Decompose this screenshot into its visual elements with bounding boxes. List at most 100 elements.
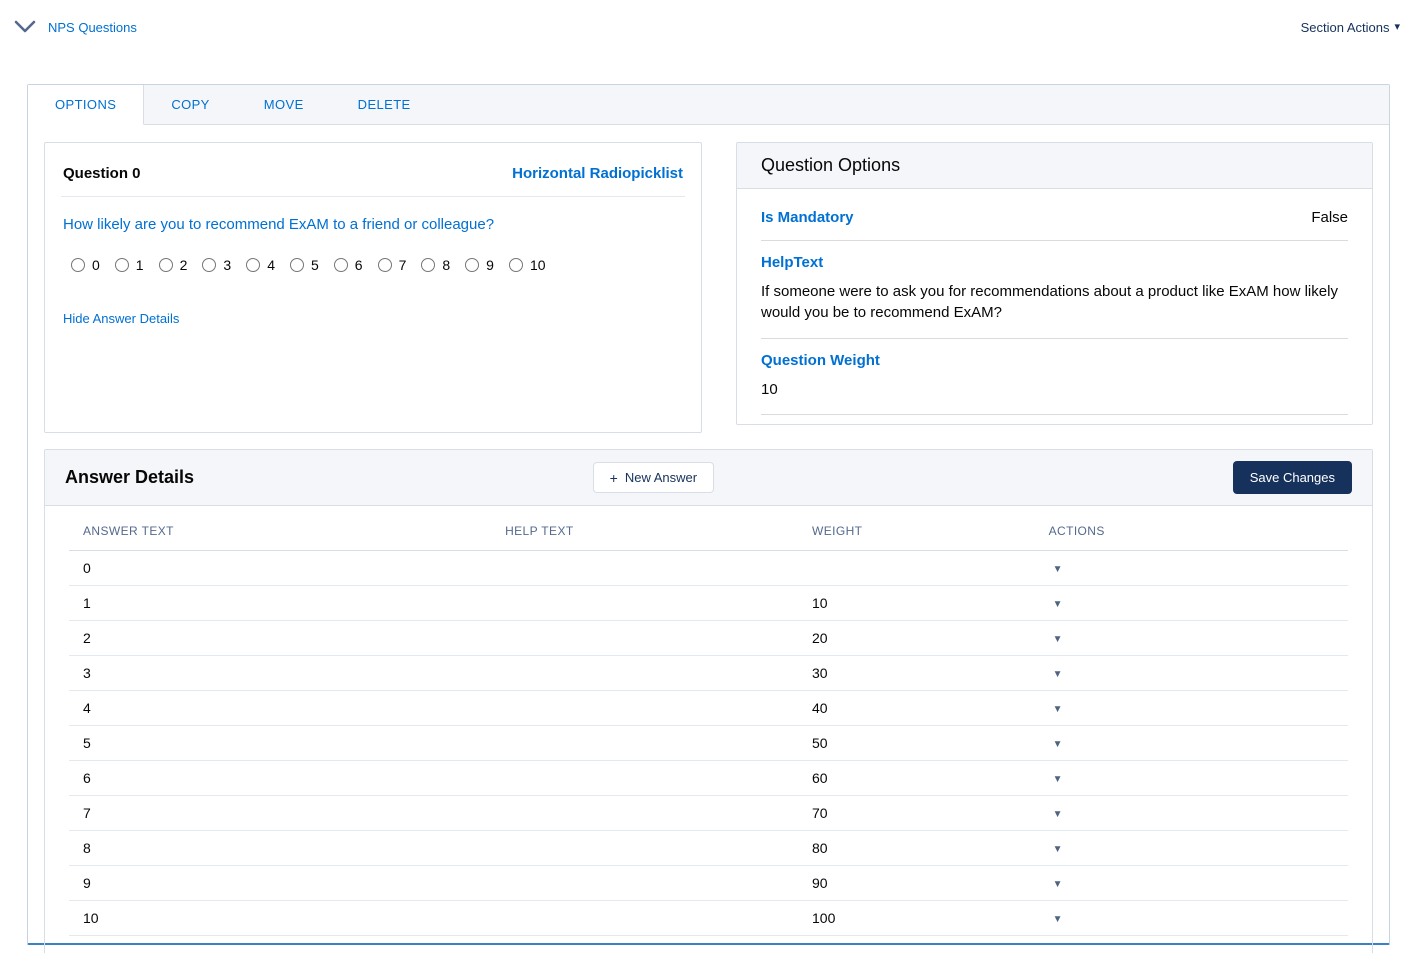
radio-label: 8 bbox=[442, 257, 451, 273]
radio-input[interactable] bbox=[333, 258, 348, 272]
help-text-cell bbox=[491, 620, 799, 656]
answer-text-cell: 9 bbox=[69, 865, 492, 901]
weight-cell: 30 bbox=[798, 655, 1035, 691]
question-weight-label: Question Weight bbox=[761, 351, 880, 369]
nps-radio-option[interactable]: 4 bbox=[246, 257, 275, 273]
answer-details-table: ANSWER TEXT HELP TEXT WEIGHT ACTIONS 0 ▼… bbox=[69, 512, 1348, 936]
helptext-value: If someone were to ask you for recommend… bbox=[761, 283, 1338, 322]
nps-radio-option[interactable]: 3 bbox=[202, 257, 231, 273]
row-actions-dropdown-icon[interactable]: ▼ bbox=[1049, 842, 1067, 857]
table-row: 0 ▼ bbox=[69, 550, 1348, 586]
answer-text-cell: 2 bbox=[69, 620, 492, 656]
radio-input[interactable] bbox=[421, 258, 436, 272]
actions-cell: ▼ bbox=[1034, 830, 1348, 866]
weight-cell: 70 bbox=[798, 795, 1035, 831]
nps-radio-option[interactable]: 9 bbox=[465, 257, 494, 273]
table-row: 9 90 ▼ bbox=[69, 865, 1348, 901]
is-mandatory-field: Is Mandatory False bbox=[761, 209, 1348, 241]
weight-cell: 100 bbox=[798, 900, 1035, 936]
radio-input[interactable] bbox=[71, 258, 85, 272]
answer-text-cell: 8 bbox=[69, 830, 492, 866]
answer-details-header: Answer Details + New Answer Save Changes bbox=[45, 450, 1372, 506]
row-actions-dropdown-icon[interactable]: ▼ bbox=[1049, 877, 1067, 892]
answer-text-cell: 1 bbox=[69, 585, 492, 621]
radio-input[interactable] bbox=[202, 258, 217, 272]
help-text-cell bbox=[491, 760, 799, 796]
radio-label: 7 bbox=[398, 257, 407, 273]
row-actions-dropdown-icon[interactable]: ▼ bbox=[1049, 632, 1067, 647]
table-row: 4 40 ▼ bbox=[69, 690, 1348, 726]
question-title: Question 0 bbox=[63, 165, 141, 182]
radio-input[interactable] bbox=[289, 258, 304, 272]
plus-icon: + bbox=[609, 469, 618, 486]
question-weight-value: 10 bbox=[761, 380, 778, 398]
actions-cell: ▼ bbox=[1034, 620, 1348, 656]
row-actions-dropdown-icon[interactable]: ▼ bbox=[1049, 737, 1067, 752]
question-options-body: Is Mandatory False HelpText If someone w… bbox=[737, 189, 1372, 415]
nps-radio-option[interactable]: 8 bbox=[421, 257, 450, 273]
actions-cell: ▼ bbox=[1034, 865, 1348, 901]
actions-cell: ▼ bbox=[1034, 690, 1348, 726]
radio-input[interactable] bbox=[465, 258, 480, 272]
question-text: How likely are you to recommend ExAM to … bbox=[63, 216, 495, 233]
radio-input[interactable] bbox=[508, 258, 523, 272]
top-bar: NPS Questions Section Actions ▾ bbox=[14, 12, 1400, 42]
row-actions-dropdown-icon[interactable]: ▼ bbox=[1049, 807, 1067, 822]
radio-label: 9 bbox=[486, 257, 494, 273]
nps-radio-option[interactable]: 1 bbox=[114, 257, 144, 273]
section-actions-label: Section Actions bbox=[1300, 19, 1390, 35]
tab-copy[interactable]: COPY bbox=[144, 85, 236, 124]
help-text-cell bbox=[491, 725, 799, 761]
table-row: 1 10 ▼ bbox=[69, 585, 1348, 621]
radio-label: 5 bbox=[310, 257, 319, 273]
question-weight-field: Question Weight 10 bbox=[761, 352, 1348, 415]
help-text-cell bbox=[491, 585, 799, 621]
radio-input[interactable] bbox=[158, 258, 173, 272]
help-text-cell bbox=[491, 690, 799, 726]
radio-label: 10 bbox=[529, 257, 546, 273]
weight-cell bbox=[798, 550, 1035, 586]
nps-radio-option[interactable]: 0 bbox=[71, 257, 100, 273]
section-actions-menu[interactable]: Section Actions ▾ bbox=[1301, 20, 1400, 35]
row-actions-dropdown-icon[interactable]: ▼ bbox=[1049, 702, 1067, 717]
column-help-text: HELP TEXT bbox=[491, 512, 799, 551]
tab-delete[interactable]: DELETE bbox=[331, 85, 438, 124]
answer-text-cell: 10 bbox=[69, 900, 492, 936]
radio-label: 2 bbox=[179, 257, 188, 273]
tab-options[interactable]: OPTIONS bbox=[28, 85, 145, 125]
row-actions-dropdown-icon[interactable]: ▼ bbox=[1049, 772, 1067, 787]
row-actions-dropdown-icon[interactable]: ▼ bbox=[1049, 597, 1067, 612]
section-title-link[interactable]: NPS Questions bbox=[48, 20, 137, 35]
row-actions-dropdown-icon[interactable]: ▼ bbox=[1049, 912, 1067, 927]
answer-text-cell: 4 bbox=[69, 690, 492, 726]
answer-text-cell: 7 bbox=[69, 795, 492, 831]
chevron-down-icon[interactable] bbox=[14, 20, 36, 34]
answer-text-cell: 6 bbox=[69, 760, 492, 796]
nps-radio-option[interactable]: 10 bbox=[508, 257, 546, 273]
radio-label: 3 bbox=[223, 257, 232, 273]
tab-move[interactable]: MOVE bbox=[237, 85, 331, 124]
table-header-row: ANSWER TEXT HELP TEXT WEIGHT ACTIONS bbox=[69, 512, 1348, 551]
upper-cards-row: Question 0 Horizontal Radiopicklist How … bbox=[28, 125, 1389, 449]
radio-input[interactable] bbox=[114, 258, 129, 272]
row-actions-dropdown-icon[interactable]: ▼ bbox=[1049, 562, 1067, 577]
nps-radio-option[interactable]: 5 bbox=[289, 257, 319, 273]
help-text-cell bbox=[491, 830, 799, 866]
new-answer-label: New Answer bbox=[624, 470, 698, 485]
save-changes-button[interactable]: Save Changes bbox=[1232, 461, 1352, 494]
weight-cell: 50 bbox=[798, 725, 1035, 761]
radio-input[interactable] bbox=[377, 258, 392, 272]
new-answer-button[interactable]: + New Answer bbox=[592, 462, 715, 493]
table-row: 10 100 ▼ bbox=[69, 900, 1348, 936]
nps-radio-option[interactable]: 7 bbox=[377, 257, 407, 273]
weight-cell: 60 bbox=[798, 760, 1035, 796]
help-text-cell bbox=[491, 795, 799, 831]
table-row: 6 60 ▼ bbox=[69, 760, 1348, 796]
weight-cell: 40 bbox=[798, 690, 1035, 726]
radio-label: 1 bbox=[135, 257, 144, 273]
nps-radio-option[interactable]: 2 bbox=[158, 257, 188, 273]
hide-answer-details-link[interactable]: Hide Answer Details bbox=[63, 311, 179, 326]
radio-input[interactable] bbox=[246, 258, 261, 272]
nps-radio-option[interactable]: 6 bbox=[333, 257, 363, 273]
row-actions-dropdown-icon[interactable]: ▼ bbox=[1049, 667, 1067, 682]
